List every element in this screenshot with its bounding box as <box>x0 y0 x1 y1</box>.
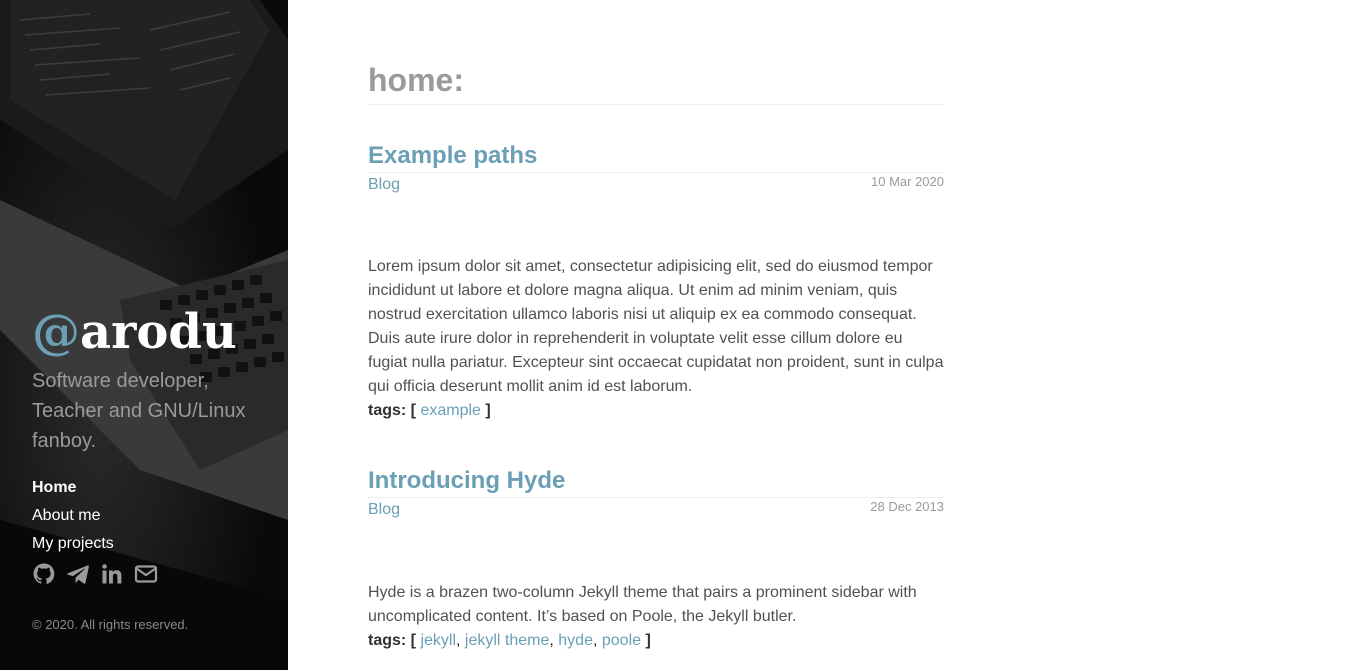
tag-link[interactable]: poole <box>602 632 641 649</box>
post-tags: tags: [ example ] <box>368 399 944 423</box>
post-tags: tags: [ jekyll, jekyll theme, hyde, pool… <box>368 632 651 649</box>
post-excerpt: Lorem ipsum dolor sit amet, consectetur … <box>368 258 944 395</box>
post-date: 10 Mar 2020 <box>871 174 944 189</box>
site-tagline: Software developer, Teacher and GNU/Linu… <box>32 370 246 452</box>
nav-about-me[interactable]: About me <box>32 502 272 530</box>
post-introducing-hyde: Introducing Hyde Blog 28 Dec 2013 Hyde i… <box>368 465 944 653</box>
post-title-link[interactable]: Example paths <box>368 142 537 169</box>
post-title-link[interactable]: Introducing Hyde <box>368 467 565 494</box>
post-example-paths: Example paths Blog 10 Mar 2020 Lorem ips… <box>368 140 944 423</box>
site-brand[interactable]: @arodu <box>32 302 237 362</box>
tags-label: tags: [ <box>368 402 416 419</box>
telegram-icon[interactable] <box>66 561 90 587</box>
github-icon[interactable] <box>32 561 56 587</box>
brand-at: @ <box>32 304 80 360</box>
tag-link[interactable]: hyde <box>558 632 593 649</box>
post-title: Example paths <box>368 140 944 173</box>
post-excerpt: Hyde is a brazen two-column Jekyll theme… <box>368 584 917 625</box>
tags-label: tags: [ <box>368 632 416 649</box>
post-meta: Blog 10 Mar 2020 <box>368 173 944 197</box>
envelope-icon[interactable] <box>134 561 158 587</box>
page-title: home: <box>368 58 944 105</box>
tag-link[interactable]: example <box>420 402 480 419</box>
tag-link[interactable]: jekyll theme <box>465 632 549 649</box>
tags-close: ] <box>645 632 651 649</box>
social-links <box>32 561 158 587</box>
post-meta: Blog 28 Dec 2013 <box>368 498 944 522</box>
nav-home[interactable]: Home <box>32 474 272 502</box>
post-category-link[interactable]: Blog <box>368 174 400 196</box>
post-date: 28 Dec 2013 <box>870 499 944 514</box>
brand-name: arodu <box>80 304 237 360</box>
post-title: Introducing Hyde <box>368 465 944 498</box>
sidebar: @arodu Software developer, Teacher and G… <box>0 0 288 670</box>
linkedin-icon[interactable] <box>100 561 124 587</box>
tags-close: ] <box>485 402 491 419</box>
post-category-link[interactable]: Blog <box>368 499 400 521</box>
nav-my-projects[interactable]: My projects <box>32 530 272 558</box>
copyright: © 2020. All rights reserved. <box>32 617 189 632</box>
tag-link[interactable]: jekyll <box>420 632 456 649</box>
sidebar-nav: Home About me My projects <box>32 474 272 558</box>
